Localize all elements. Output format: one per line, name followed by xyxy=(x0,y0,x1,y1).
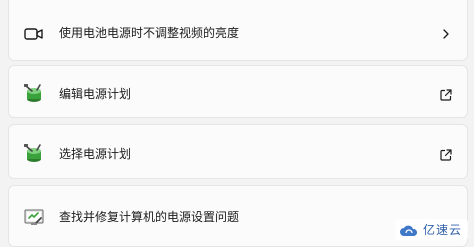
external-link-icon[interactable] xyxy=(439,87,453,101)
edit-power-plan-label: 编辑电源计划 xyxy=(59,87,132,101)
watermark: 亿速云 xyxy=(394,219,468,240)
chevron-right-icon[interactable] xyxy=(439,26,453,40)
external-link-icon[interactable] xyxy=(439,147,453,161)
power-plan-battery-icon xyxy=(23,142,45,164)
cloud-logo-icon xyxy=(399,223,419,237)
video-camera-icon xyxy=(23,23,45,45)
choose-power-plan-label: 选择电源计划 xyxy=(59,147,132,161)
choose-power-plan-card[interactable]: 选择电源计划 xyxy=(8,124,468,179)
edit-power-plan-card[interactable]: 编辑电源计划 xyxy=(8,65,468,118)
power-troubleshooter-label: 查找并修复计算机的电源设置问题 xyxy=(59,210,240,224)
watermark-text: 亿速云 xyxy=(422,223,462,237)
troubleshooter-icon xyxy=(23,206,45,228)
power-plan-battery-icon xyxy=(23,82,45,104)
video-brightness-setting-card[interactable]: 使用电池电源时不调整视频的亮度 xyxy=(8,0,468,61)
video-brightness-label: 使用电池电源时不调整视频的亮度 xyxy=(59,26,240,40)
